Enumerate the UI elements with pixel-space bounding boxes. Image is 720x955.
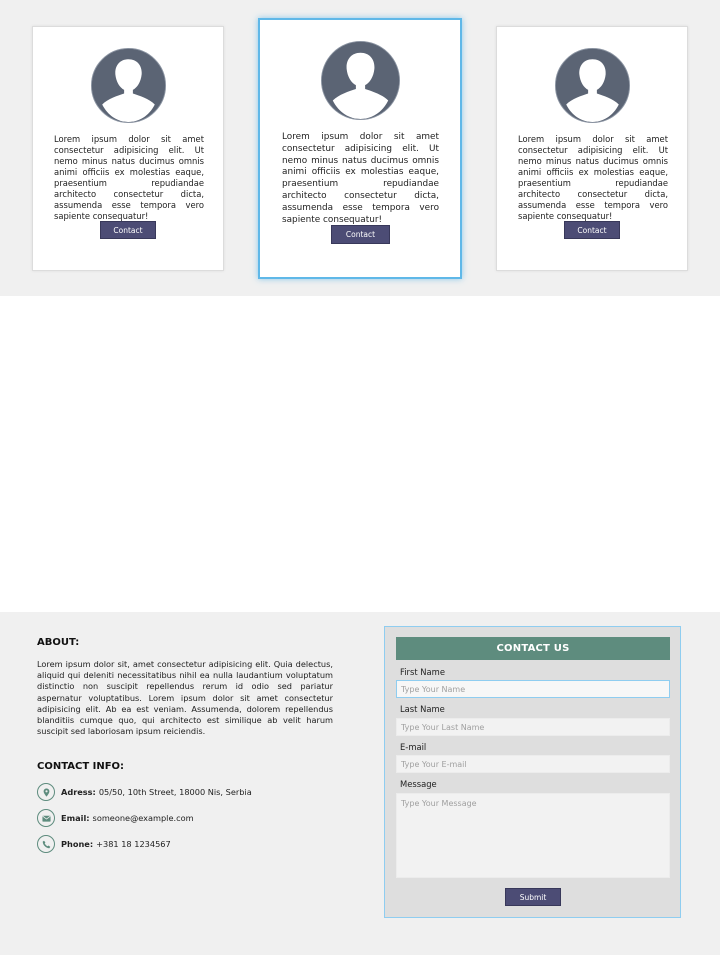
contact-form-title: CONTACT US	[396, 637, 670, 660]
contact-button[interactable]: Contact	[564, 221, 620, 239]
contact-form: CONTACT US First Name Last Name E-mail M…	[384, 626, 681, 918]
email-label: Email:	[61, 813, 90, 823]
profile-card-highlighted: Lorem ipsum dolor sit amet consectetur a…	[258, 18, 462, 279]
card-description: Lorem ipsum dolor sit amet consectetur a…	[54, 134, 204, 221]
team-cards-section: Lorem ipsum dolor sit amet consectetur a…	[0, 0, 720, 296]
phone-label: Phone:	[61, 839, 94, 849]
address-label: Adress:	[61, 787, 96, 797]
address-value: 05/50, 10th Street, 18000 Nis, Serbia	[98, 787, 252, 797]
last-name-label: Last Name	[400, 704, 445, 714]
message-label: Message	[400, 779, 437, 789]
about-text: Lorem ipsum dolor sit, amet consectetur …	[37, 659, 333, 737]
user-silhouette-icon	[321, 41, 400, 120]
card-description: Lorem ipsum dolor sit amet consectetur a…	[282, 132, 439, 225]
phone-row: Phone: +381 18 1234567	[37, 835, 171, 853]
envelope-icon	[37, 809, 55, 827]
about-heading: ABOUT:	[37, 637, 80, 648]
user-silhouette-icon	[555, 48, 630, 123]
profile-card: Lorem ipsum dolor sit amet consectetur a…	[496, 26, 688, 271]
address-row: Adress: 05/50, 10th Street, 18000 Nis, S…	[37, 783, 252, 801]
last-name-input[interactable]	[396, 718, 670, 736]
card-description: Lorem ipsum dolor sit amet consectetur a…	[518, 134, 668, 221]
email-field[interactable]	[396, 755, 670, 773]
email-value: someone@example.com	[92, 813, 194, 823]
phone-icon	[37, 835, 55, 853]
message-textarea[interactable]	[396, 793, 670, 878]
submit-button[interactable]: Submit	[505, 888, 561, 906]
user-silhouette-icon	[91, 48, 166, 123]
first-name-label: First Name	[400, 667, 445, 677]
email-row: Email: someone@example.com	[37, 809, 194, 827]
contact-button[interactable]: Contact	[331, 225, 390, 244]
first-name-input[interactable]	[396, 680, 670, 698]
location-pin-icon	[37, 783, 55, 801]
footer-section: ABOUT: Lorem ipsum dolor sit, amet conse…	[0, 612, 720, 955]
contact-info-heading: CONTACT INFO:	[37, 761, 125, 772]
contact-button[interactable]: Contact	[100, 221, 156, 239]
phone-value: +381 18 1234567	[96, 839, 171, 849]
email-field-label: E-mail	[400, 742, 427, 752]
profile-card: Lorem ipsum dolor sit amet consectetur a…	[32, 26, 224, 271]
